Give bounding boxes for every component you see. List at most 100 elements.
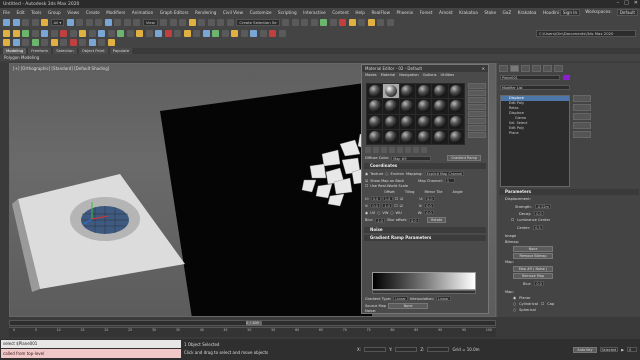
link-icon[interactable] bbox=[22, 19, 29, 26]
select-manipulate-icon[interactable] bbox=[169, 19, 177, 26]
schematic-view-icon[interactable] bbox=[329, 19, 337, 26]
render-production-icon[interactable] bbox=[367, 19, 375, 26]
select-object-icon[interactable] bbox=[66, 19, 74, 26]
shelf-4-icon[interactable] bbox=[31, 39, 39, 46]
keyboard-shortcut-icon[interactable] bbox=[179, 19, 187, 26]
select-by-material-icon[interactable] bbox=[468, 132, 486, 138]
menu-stoke[interactable]: Stoke bbox=[484, 10, 496, 15]
material-slot[interactable] bbox=[432, 99, 448, 114]
plugin-21-icon[interactable] bbox=[193, 30, 200, 37]
selected-dropdown[interactable]: Selected bbox=[599, 347, 619, 352]
shelf-7-icon[interactable] bbox=[60, 39, 67, 46]
remove-map-button[interactable]: Remove Map bbox=[513, 273, 553, 279]
bitmap-button[interactable]: None bbox=[513, 246, 553, 252]
cylindrical-radio[interactable]: ○ bbox=[513, 302, 516, 306]
real-world-checkbox[interactable]: ☐ bbox=[365, 184, 368, 188]
material-slot[interactable] bbox=[415, 84, 432, 99]
render-cloud-icon[interactable] bbox=[377, 19, 385, 26]
menu-rendering[interactable]: Rendering bbox=[195, 10, 216, 15]
material-editor-icon[interactable] bbox=[339, 19, 347, 26]
shelf-6-icon[interactable] bbox=[50, 39, 58, 46]
plugin-19-icon[interactable] bbox=[174, 30, 181, 37]
w-angle-field[interactable]: 0.0 bbox=[424, 210, 435, 215]
coordinates-rollout[interactable]: Coordinates bbox=[364, 163, 486, 169]
material-editor-window[interactable]: Material Editor - 02 - Default ✕ Modes M… bbox=[361, 64, 489, 314]
material-slot[interactable] bbox=[448, 84, 464, 99]
gradient-ramp-rollout[interactable]: Gradient Ramp Parameters bbox=[364, 235, 486, 241]
get-material-icon[interactable] bbox=[365, 147, 371, 153]
go-to-parent-icon[interactable] bbox=[421, 147, 427, 153]
me-menu-material[interactable]: Material bbox=[381, 72, 396, 78]
object-color-swatch[interactable] bbox=[563, 75, 570, 80]
menu-help[interactable]: Help bbox=[355, 10, 365, 15]
material-slot[interactable] bbox=[432, 84, 448, 99]
plugin-23-icon[interactable] bbox=[212, 30, 219, 37]
maximize-button[interactable]: □ bbox=[624, 0, 629, 6]
percent-snap-icon[interactable] bbox=[207, 19, 215, 26]
shelf-8-icon[interactable] bbox=[69, 39, 77, 46]
interpolation-dropdown[interactable]: Linear bbox=[436, 296, 451, 301]
background-icon[interactable] bbox=[468, 97, 486, 103]
material-slot[interactable] bbox=[448, 99, 464, 114]
plugin-12-icon[interactable] bbox=[107, 30, 115, 37]
put-to-library-icon[interactable] bbox=[405, 147, 411, 153]
v-offset-field[interactable]: 0.0 bbox=[370, 203, 381, 208]
material-slot[interactable] bbox=[432, 114, 448, 129]
material-slot[interactable] bbox=[367, 99, 383, 114]
placement-icon[interactable] bbox=[133, 19, 141, 26]
utilities-tab-icon[interactable] bbox=[554, 65, 563, 72]
material-slot[interactable] bbox=[367, 84, 383, 99]
parameters-rollout[interactable]: Parameters bbox=[499, 189, 639, 195]
edit-named-sets-icon[interactable] bbox=[226, 19, 234, 26]
rotate-button[interactable]: Rotate bbox=[427, 217, 447, 223]
menu-group[interactable]: Group bbox=[48, 10, 61, 15]
maxscript-output[interactable]: called from top-level bbox=[1, 349, 181, 358]
plugin-17-icon[interactable] bbox=[155, 30, 162, 37]
gradient-ramp-preview[interactable] bbox=[372, 272, 476, 290]
shelf-3-icon[interactable] bbox=[22, 39, 29, 46]
object-name-field[interactable]: Plane001 bbox=[500, 75, 560, 80]
plugin-26-icon[interactable] bbox=[240, 30, 248, 37]
hierarchy-tab-icon[interactable] bbox=[521, 65, 530, 72]
material-slot[interactable] bbox=[432, 129, 448, 144]
map-channel-field[interactable]: 1 bbox=[444, 178, 455, 183]
menu-interactive[interactable]: Interactive bbox=[303, 10, 326, 15]
menu-krakatoa-2[interactable]: Krakatoa bbox=[518, 10, 537, 15]
plugin-18-icon[interactable] bbox=[164, 30, 172, 37]
align-icon[interactable] bbox=[291, 19, 299, 26]
u-tile-checkbox[interactable]: ☑ bbox=[400, 197, 403, 201]
material-slot[interactable] bbox=[383, 114, 399, 129]
mirror-icon[interactable] bbox=[282, 19, 290, 26]
environ-radio[interactable]: ○ bbox=[385, 172, 388, 176]
sign-in-button[interactable]: Sign In bbox=[559, 9, 581, 16]
material-slot[interactable] bbox=[399, 99, 415, 114]
map-button[interactable]: Map #9 ( Noise ) bbox=[513, 266, 553, 272]
plugin-29-icon[interactable] bbox=[269, 30, 276, 37]
rendered-frame-window-icon[interactable] bbox=[358, 19, 366, 26]
u-tiling-field[interactable]: 1.0 bbox=[382, 196, 393, 201]
options-icon[interactable] bbox=[468, 125, 486, 131]
plugin-6-icon[interactable] bbox=[50, 30, 58, 37]
menu-animation[interactable]: Animation bbox=[132, 10, 153, 15]
curve-editor-icon[interactable] bbox=[320, 19, 328, 26]
plugin-22-icon[interactable] bbox=[202, 30, 210, 37]
show-in-viewport-icon[interactable] bbox=[413, 147, 419, 153]
move-icon[interactable] bbox=[104, 19, 112, 26]
me-menu-modes[interactable]: Modes bbox=[365, 72, 377, 78]
menu-edit[interactable]: Edit bbox=[17, 10, 25, 15]
a360-icon[interactable] bbox=[386, 19, 394, 26]
plugin-10-icon[interactable] bbox=[88, 30, 96, 37]
u-angle-field[interactable]: 0.0 bbox=[425, 196, 436, 201]
shelf-1-icon[interactable] bbox=[3, 39, 10, 46]
blur-offset-field[interactable]: 0.0 bbox=[409, 217, 420, 223]
undo-icon[interactable] bbox=[3, 19, 10, 26]
material-slot[interactable] bbox=[367, 114, 383, 129]
plugin-25-icon[interactable] bbox=[231, 30, 238, 37]
gradient-flag-bar[interactable] bbox=[372, 290, 476, 294]
plugin-3-icon[interactable] bbox=[22, 30, 29, 37]
material-slot[interactable] bbox=[399, 84, 415, 99]
modifier-list-dropdown[interactable]: Modifier List bbox=[500, 85, 570, 90]
plugin-24-icon[interactable] bbox=[221, 30, 229, 37]
menu-phoenix[interactable]: Phoenix bbox=[397, 10, 414, 15]
plugin-27-icon[interactable] bbox=[250, 30, 257, 37]
